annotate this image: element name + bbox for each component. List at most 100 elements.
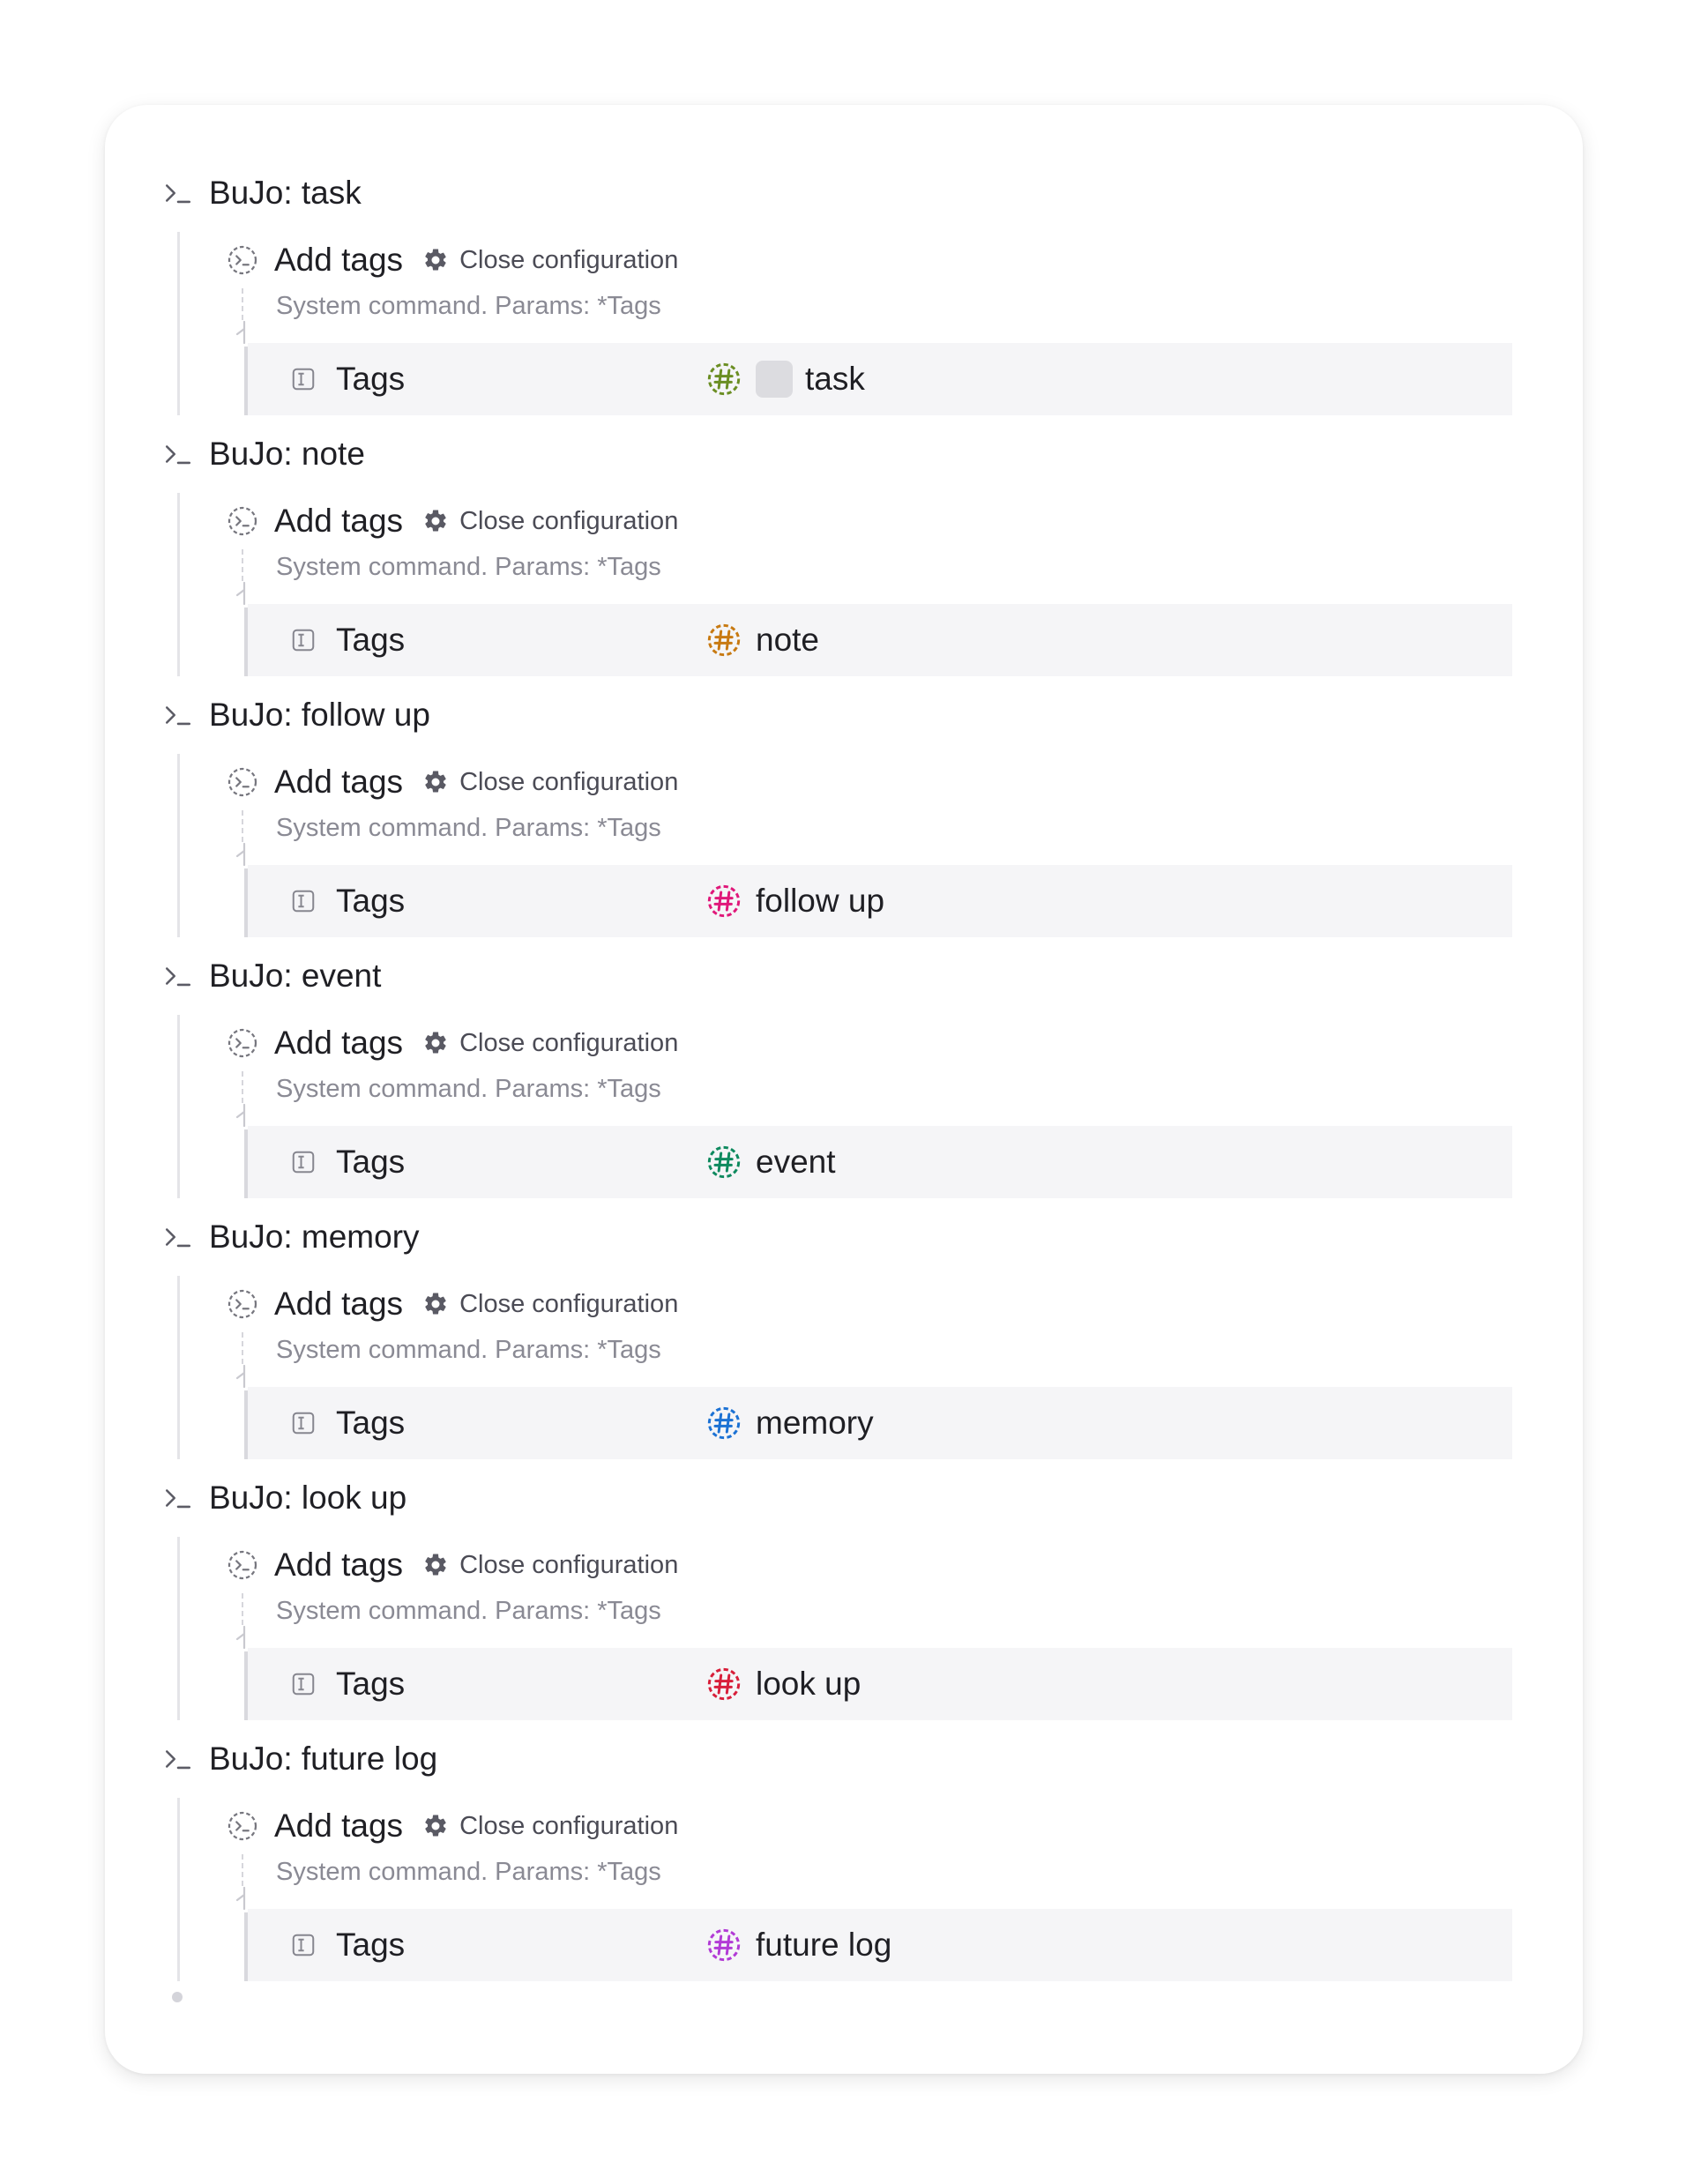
param-label: Tags [336,361,406,397]
close-configuration-button[interactable]: Close configuration [459,1551,678,1580]
param-row[interactable]: Tags follow up [248,865,1512,937]
step-title[interactable]: Add tags [274,1547,403,1584]
system-command-icon [227,1289,257,1319]
gear-icon [425,1554,446,1576]
children-guide-line [177,1537,180,1720]
text-field-icon [292,1673,315,1696]
command-title: BuJo: memory [209,1219,420,1255]
terminal-icon [165,1489,191,1509]
children-guide-line [177,493,180,676]
tag-value[interactable]: note [756,622,819,659]
command-header[interactable]: BuJo: task [163,154,362,232]
dotted-connector [242,1593,243,1625]
param-row[interactable]: Tags event [248,1126,1512,1198]
command-header[interactable]: BuJo: look up [163,1459,406,1537]
system-command-icon [227,767,257,797]
children-guide-line [177,1798,180,1981]
param-row[interactable]: Tags future log [248,1909,1512,1981]
close-configuration-button[interactable]: Close configuration [459,1812,678,1841]
param-label: Tags [336,1927,406,1963]
command-block: BuJo: task Add tags Close configuration … [105,154,1583,415]
command-header[interactable]: BuJo: note [163,415,365,493]
step-title[interactable]: Add tags [274,1286,403,1323]
tag-hash-icon [707,362,741,396]
command-title: BuJo: note [209,436,365,472]
branch-arrow-icon [235,842,246,867]
commands-card: BuJo: task Add tags Close configuration … [105,105,1583,2074]
dotted-connector [242,288,243,320]
param-label: Tags [336,622,406,658]
param-row[interactable]: Tags memory [248,1387,1512,1459]
close-configuration-button[interactable]: Close configuration [459,507,678,536]
param-label: Tags [336,1405,406,1441]
param-label: Tags [336,1666,406,1702]
command-header[interactable]: BuJo: event [163,937,381,1015]
command-title: BuJo: task [209,175,362,211]
step-description: System command. Params: *Tags [276,1075,661,1103]
text-field-icon [292,1934,315,1957]
children-guide-line [177,754,180,937]
terminal-icon [165,967,191,987]
tag-value[interactable]: follow up [756,883,884,920]
system-command-icon [227,1550,257,1580]
param-row[interactable]: Tags look up [248,1648,1512,1720]
param-row[interactable]: Tags task [248,343,1512,415]
branch-arrow-icon [235,320,246,345]
close-configuration-button[interactable]: Close configuration [459,1290,678,1319]
tag-hash-icon [707,1667,741,1701]
tag-hash-icon [707,623,741,657]
step-header: Add tags Close configuration [227,493,678,549]
command-title: BuJo: look up [209,1480,407,1516]
command-block: BuJo: look up Add tags Close configurati… [105,1459,1583,1720]
tag-value[interactable]: look up [756,1666,861,1703]
dotted-connector [242,1332,243,1364]
close-configuration-button[interactable]: Close configuration [459,1029,678,1058]
command-header[interactable]: BuJo: memory [163,1198,420,1276]
step-description: System command. Params: *Tags [276,292,661,320]
gear-icon [425,1293,446,1315]
command-title: BuJo: follow up [209,697,430,733]
tag-value[interactable]: memory [756,1405,874,1442]
step-header: Add tags Close configuration [227,1798,678,1854]
text-field-icon [292,1151,315,1174]
empty-bullet[interactable] [172,1992,183,2002]
terminal-icon [165,1750,191,1770]
gear-icon [425,249,446,271]
step-description: System command. Params: *Tags [276,1336,661,1364]
gear-icon [425,771,446,793]
step-title[interactable]: Add tags [274,503,403,540]
text-field-icon [292,368,315,391]
command-block: BuJo: memory Add tags Close configuratio… [105,1198,1583,1459]
tag-hash-icon [707,1928,741,1962]
tag-value[interactable]: future log [756,1927,891,1964]
tag-value[interactable]: event [756,1144,836,1181]
gear-icon [425,510,446,532]
step-header: Add tags Close configuration [227,754,678,810]
children-guide-line [177,1015,180,1198]
terminal-icon [165,445,191,465]
branch-arrow-icon [235,1364,246,1389]
step-title[interactable]: Add tags [274,764,403,801]
tag-hash-icon [707,1406,741,1440]
dotted-connector [242,810,243,842]
system-command-icon [227,1028,257,1058]
dotted-connector [242,1854,243,1886]
step-title[interactable]: Add tags [274,1025,403,1062]
step-title[interactable]: Add tags [274,242,403,279]
tag-value[interactable]: task [805,361,865,398]
param-row[interactable]: Tags note [248,604,1512,676]
close-configuration-button[interactable]: Close configuration [459,246,678,275]
branch-arrow-icon [235,1625,246,1650]
command-list: BuJo: task Add tags Close configuration … [105,154,1583,1981]
children-guide-line [177,1276,180,1459]
command-header[interactable]: BuJo: future log [163,1720,437,1798]
command-block: BuJo: future log Add tags Close configur… [105,1720,1583,1981]
command-header[interactable]: BuJo: follow up [163,676,430,754]
terminal-icon [165,184,191,204]
text-field-icon [292,629,315,652]
step-title[interactable]: Add tags [274,1808,403,1845]
close-configuration-button[interactable]: Close configuration [459,768,678,797]
branch-arrow-icon [235,581,246,606]
param-label: Tags [336,1144,406,1180]
command-title: BuJo: future log [209,1740,438,1777]
